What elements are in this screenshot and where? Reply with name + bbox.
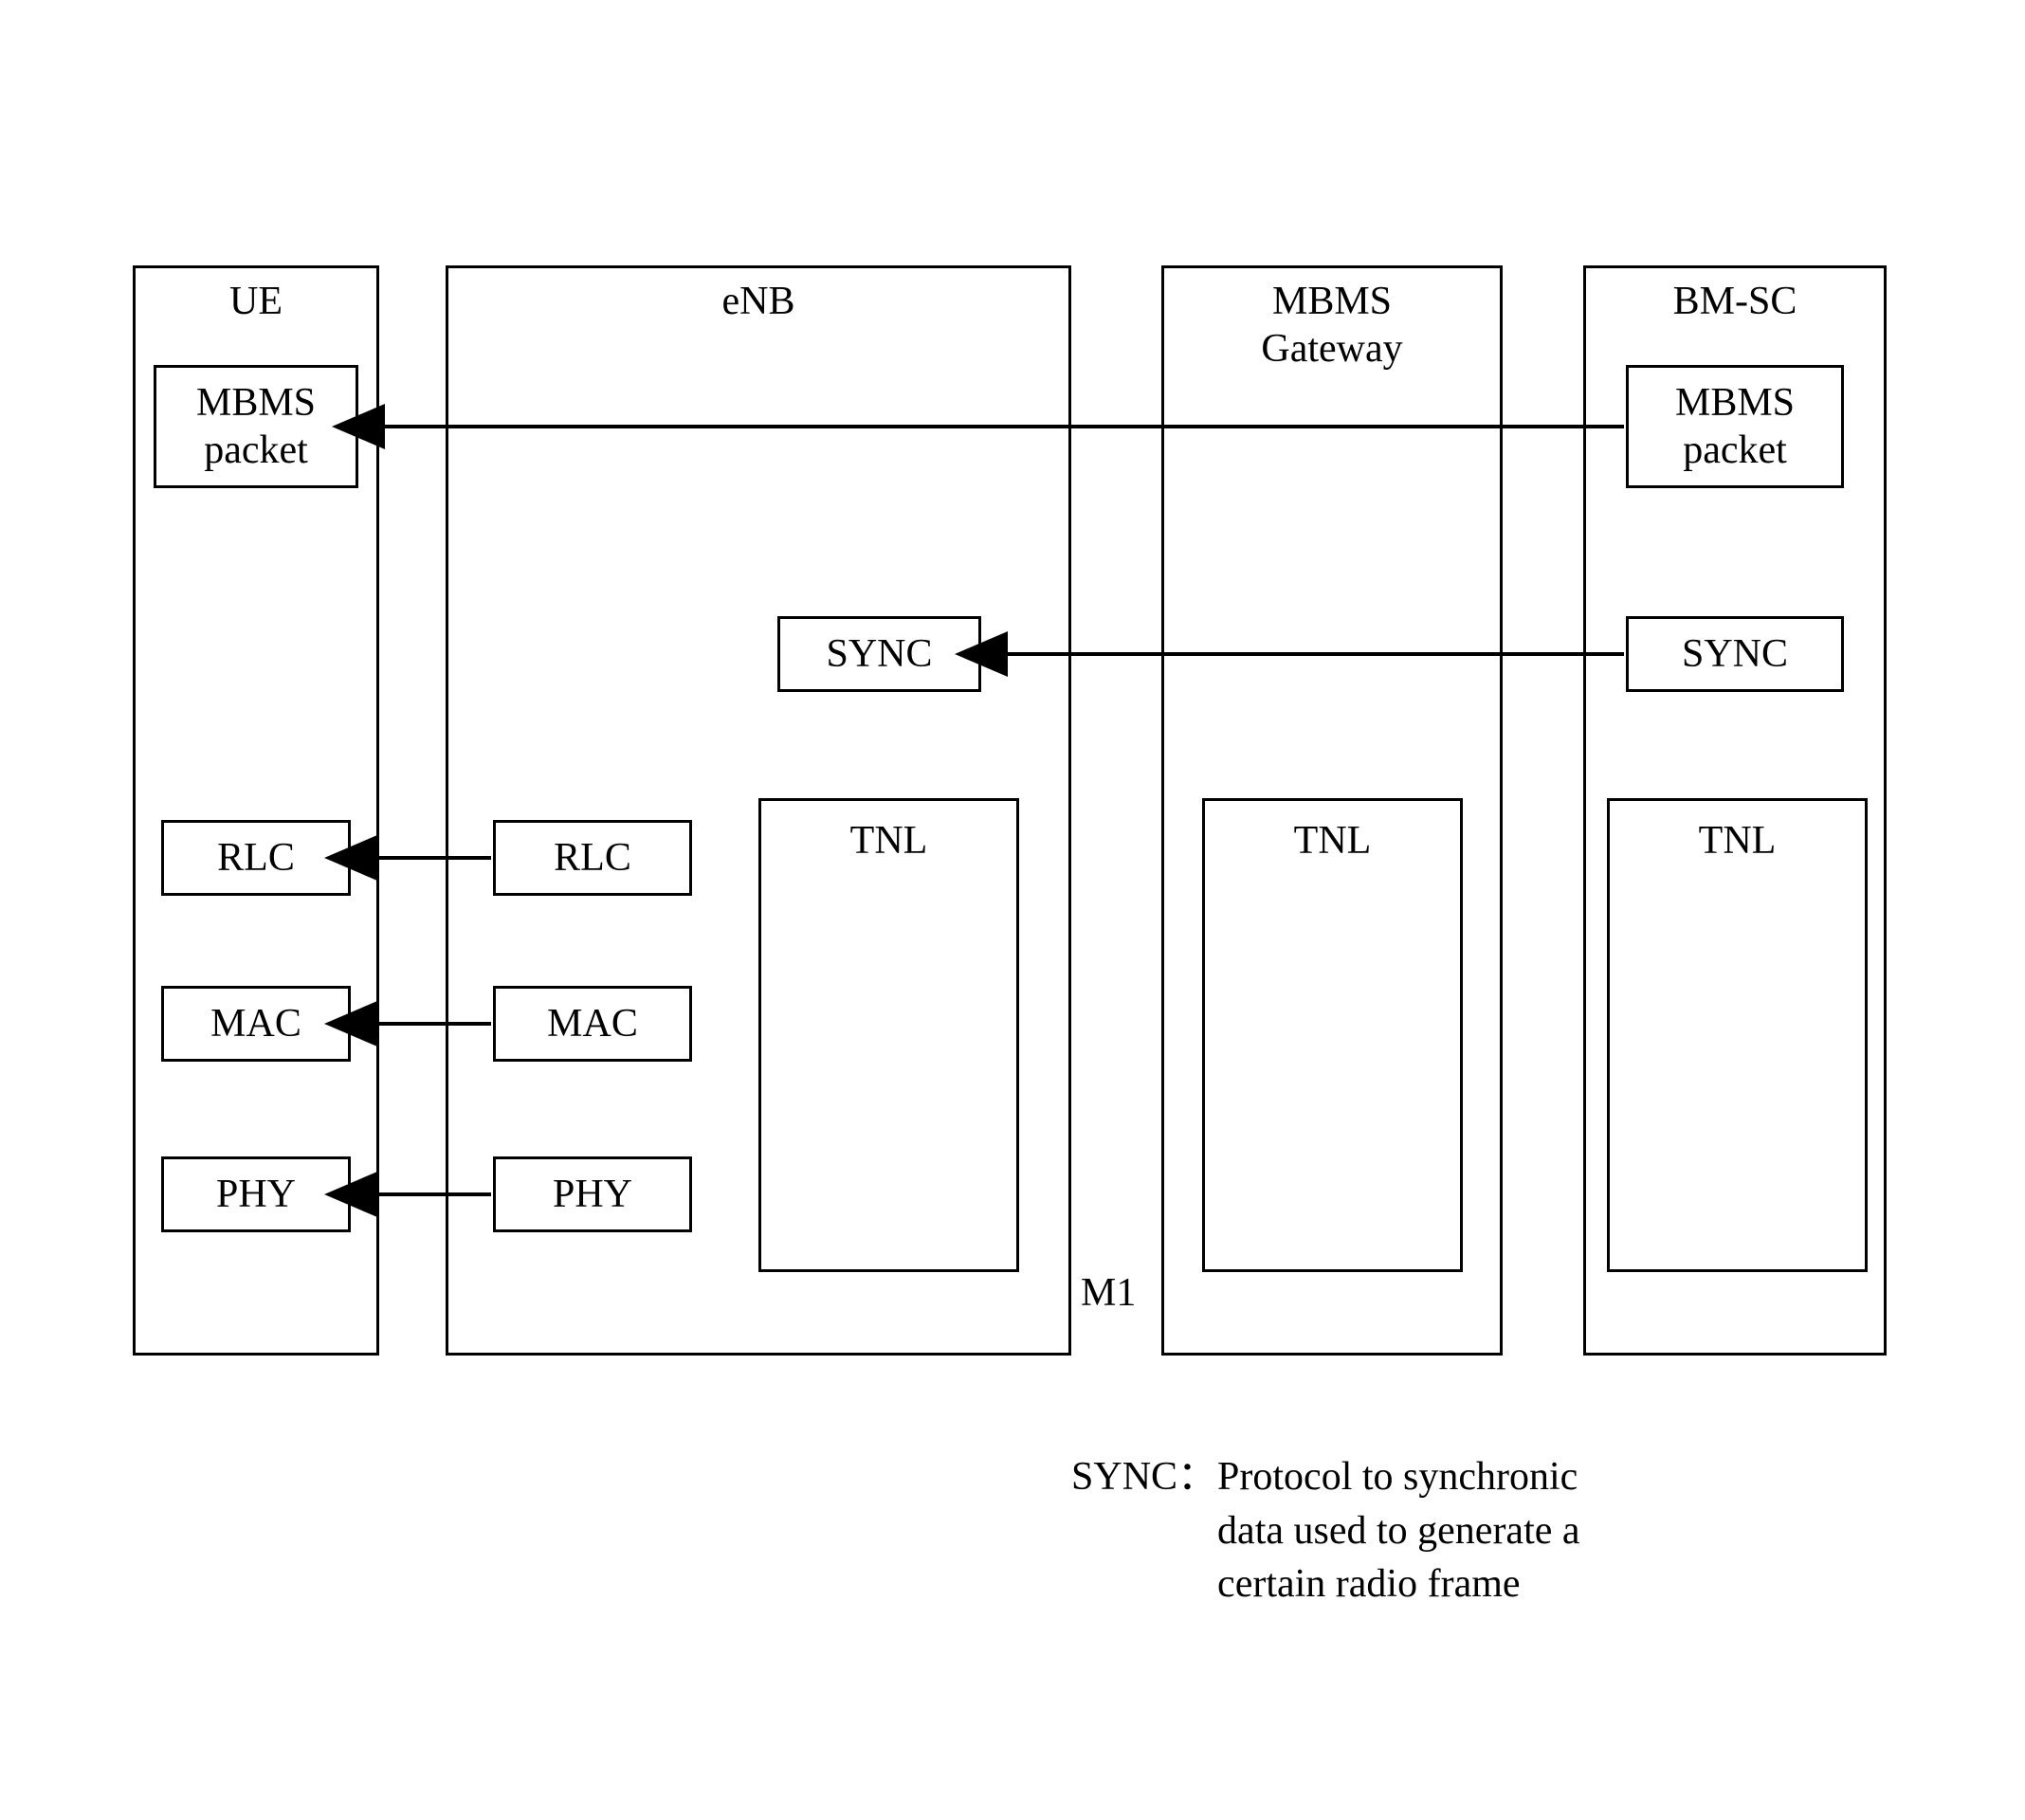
enb-mac-box: MAC <box>493 986 692 1062</box>
footnote-label: SYNC： <box>1071 1455 1217 1499</box>
sync-footnote: SYNC：Protocol to synchronic SYNC：data us… <box>1071 1450 1925 1611</box>
enb-rlc-label: RLC <box>554 834 631 882</box>
footnote-text2: data used to generate a <box>1217 1509 1579 1553</box>
ue-phy-box: PHY <box>161 1156 351 1232</box>
enb-phy-label: PHY <box>553 1171 632 1218</box>
footnote-text1: Protocol to synchronic <box>1217 1455 1578 1499</box>
mbms-gw-tnl-label: TNL <box>1294 819 1372 863</box>
bmsc-tnl-label: TNL <box>1699 819 1777 863</box>
bmsc-mbms-packet-box: MBMS packet <box>1626 365 1844 488</box>
ue-title: UE <box>136 268 376 325</box>
footnote-text3: certain radio frame <box>1217 1562 1520 1606</box>
enb-sync-box: SYNC <box>777 616 981 692</box>
ue-mac-box: MAC <box>161 986 351 1062</box>
bmsc-mbms-packet-label: MBMS packet <box>1675 379 1795 475</box>
ue-mac-label: MAC <box>210 1000 301 1047</box>
enb-sync-label: SYNC <box>826 630 932 678</box>
mbms-gateway-title: MBMS Gateway <box>1164 268 1500 373</box>
ue-rlc-label: RLC <box>217 834 295 882</box>
bmsc-sync-label: SYNC <box>1682 630 1788 678</box>
bmsc-title: BM-SC <box>1586 268 1884 325</box>
protocol-stack-diagram: UE MBMS packet RLC MAC PHY eNB SYNC RLC … <box>133 265 1896 1592</box>
ue-rlc-box: RLC <box>161 820 351 896</box>
ue-mbms-packet-box: MBMS packet <box>154 365 358 488</box>
bmsc-tnl-box: TNL <box>1607 798 1868 1272</box>
ue-mbms-packet-label: MBMS packet <box>196 379 316 475</box>
enb-rlc-box: RLC <box>493 820 692 896</box>
enb-tnl-box: TNL <box>758 798 1019 1272</box>
enb-tnl-label: TNL <box>850 819 928 863</box>
bmsc-sync-box: SYNC <box>1626 616 1844 692</box>
enb-title: eNB <box>448 268 1068 325</box>
m1-interface-label: M1 <box>1081 1270 1136 1316</box>
ue-phy-label: PHY <box>216 1171 296 1218</box>
enb-mac-label: MAC <box>547 1000 638 1047</box>
enb-phy-box: PHY <box>493 1156 692 1232</box>
mbms-gw-tnl-box: TNL <box>1202 798 1463 1272</box>
